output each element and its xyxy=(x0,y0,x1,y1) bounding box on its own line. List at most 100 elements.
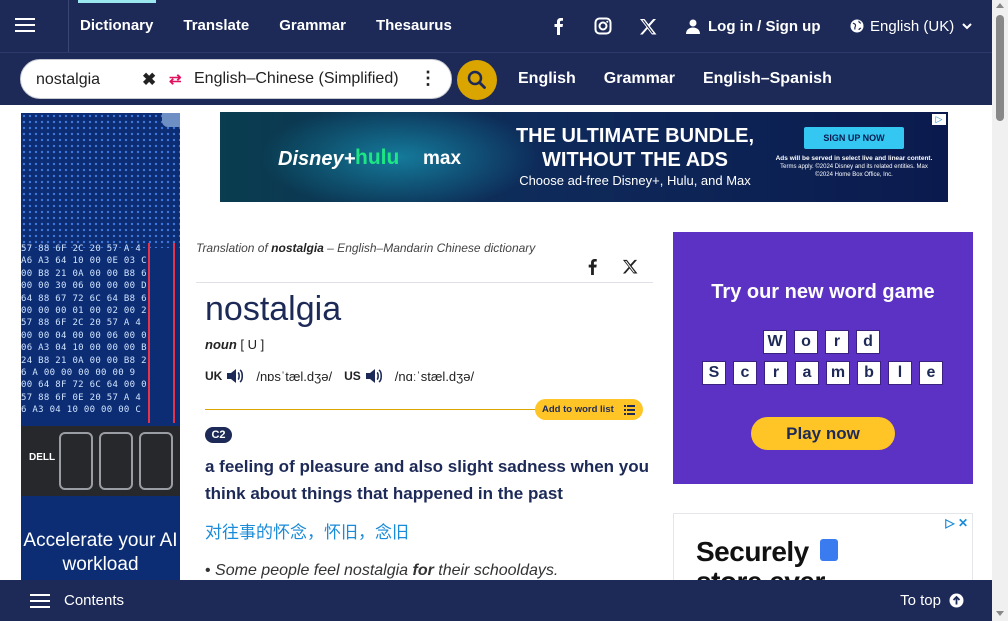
to-top-button[interactable]: To top xyxy=(900,580,964,621)
tile: d xyxy=(856,330,880,354)
clear-icon[interactable]: ✖ xyxy=(142,70,156,90)
word-tiles: W o r d xyxy=(763,330,887,354)
translation-of-prefix: Translation of xyxy=(196,241,272,255)
list-icon xyxy=(624,405,635,415)
contents-label: Contents xyxy=(64,592,125,609)
x-share-icon[interactable] xyxy=(622,259,638,274)
lock-icon xyxy=(820,539,838,561)
ad-fine-print-2: Terms apply. ©2024 Disney and its relate… xyxy=(780,164,928,178)
translation-of-word: nostalgia xyxy=(271,241,324,255)
tile: c xyxy=(733,361,757,385)
ad-fine-print: Ads will be served in select live and li… xyxy=(773,155,935,179)
ad-hex-grid: 57 88 6F 2C 20 57 A 4 A6 A3 64 10 00 0E … xyxy=(21,244,147,416)
tile: W xyxy=(763,330,787,354)
uk-label: UK xyxy=(205,369,223,383)
scroll-down-icon[interactable] xyxy=(996,611,1004,616)
more-options-icon[interactable]: ⋮ xyxy=(419,68,437,89)
ad-pattern xyxy=(21,113,180,248)
share-buttons xyxy=(586,258,638,275)
nav-dictionary[interactable]: Dictionary xyxy=(77,0,157,52)
translation-of-suffix: – English–Mandarin Chinese dictionary xyxy=(323,241,536,255)
cefr-level-badge: C2 xyxy=(205,427,232,443)
user-icon xyxy=(686,19,700,34)
login-link[interactable]: Log in / Sign up xyxy=(686,0,820,52)
speaker-icon[interactable] xyxy=(365,368,383,384)
ad-line xyxy=(173,243,175,423)
facebook-share-icon[interactable] xyxy=(586,258,598,275)
chevron-down-icon xyxy=(962,22,972,29)
secure-storage-ad[interactable]: Securely store ever ▷ ✕ xyxy=(673,513,973,583)
tile: r xyxy=(764,361,788,385)
scramble-tiles: S c r a m b l e xyxy=(702,361,950,385)
swap-icon[interactable]: ⇄ xyxy=(169,70,182,88)
ad-choices-icon[interactable]: ▷ xyxy=(932,114,946,125)
ad-close-icon[interactable]: ▷ ✕ xyxy=(945,516,968,530)
example-sentence: • Some people feel nostalgia for their s… xyxy=(205,562,559,579)
nav-grammar[interactable]: Grammar xyxy=(279,0,346,52)
facebook-icon[interactable] xyxy=(552,0,564,52)
x-icon[interactable] xyxy=(639,0,657,52)
translation-source-line: Translation of nostalgia – English–Manda… xyxy=(196,241,535,255)
scrollbar[interactable] xyxy=(992,0,1008,621)
quick-link-grammar[interactable]: Grammar xyxy=(604,70,675,88)
nav-translate[interactable]: Translate xyxy=(183,0,249,52)
ad-text-line1: Securely xyxy=(696,536,809,567)
us-ipa: /nɑːˈstæl.dʒə/ xyxy=(394,368,475,384)
quick-link-english-spanish[interactable]: English–Spanish xyxy=(703,70,832,88)
ad-fine-print-1: Ads will be served in select live and li… xyxy=(775,155,933,162)
instagram-icon[interactable] xyxy=(594,0,612,52)
ad-line xyxy=(148,243,150,423)
quick-links: English Grammar English–Spanish xyxy=(518,53,860,105)
main-nav-links: Dictionary Translate Grammar Thesaurus xyxy=(77,0,482,52)
tile: l xyxy=(888,361,912,385)
pos-label: noun xyxy=(205,337,237,352)
globe-icon xyxy=(850,19,864,33)
nav-thesaurus[interactable]: Thesaurus xyxy=(376,0,452,52)
headword: nostalgia xyxy=(205,290,342,328)
quick-link-english[interactable]: English xyxy=(518,70,576,88)
example-bold: for xyxy=(412,562,434,579)
ad-headline: THE ULTIMATE BUNDLE, WITHOUT THE ADS xyxy=(515,125,755,171)
dell-logo: DELL xyxy=(29,452,56,463)
tile: a xyxy=(795,361,819,385)
ad-choices-icon[interactable] xyxy=(162,113,180,127)
speaker-icon[interactable] xyxy=(226,368,244,384)
hulu-logo: hulu xyxy=(355,146,400,169)
contents-button[interactable]: Contents xyxy=(30,580,124,621)
max-logo: max xyxy=(423,148,462,169)
scroll-up-icon[interactable] xyxy=(996,3,1004,8)
example-pre: Some people feel nostalgia xyxy=(215,562,413,579)
tile: b xyxy=(857,361,881,385)
grammar-code: [ U ] xyxy=(240,337,265,352)
word-list-label: Add to word list xyxy=(542,404,614,415)
ad-signup-button[interactable]: SIGN UP NOW xyxy=(804,127,904,149)
play-now-button[interactable]: Play now xyxy=(751,417,895,450)
arrow-up-circle-icon xyxy=(949,593,964,608)
add-to-word-list-button[interactable]: Add to word list xyxy=(535,399,643,420)
to-top-label: To top xyxy=(900,592,941,609)
search-input[interactable]: nostalgia xyxy=(36,71,100,89)
search-button[interactable] xyxy=(457,60,497,100)
tile: e xyxy=(919,361,943,385)
top-banner-ad[interactable]: Disney+ hulu max THE ULTIMATE BUNDLE, WI… xyxy=(220,112,948,202)
menu-icon[interactable] xyxy=(0,0,69,52)
word-list-line xyxy=(205,409,550,410)
scrollbar-thumb[interactable] xyxy=(996,15,1004,121)
tile: r xyxy=(825,330,849,354)
word-game-ad[interactable]: Try our new word game W o r d S c r a m … xyxy=(673,232,973,484)
tile: m xyxy=(826,361,850,385)
left-ad[interactable]: 57 88 6F 2C 20 57 A 4 A6 A3 64 10 00 0E … xyxy=(21,113,180,580)
tile: S xyxy=(702,361,726,385)
language-selector[interactable]: English (UK) xyxy=(850,0,972,52)
top-nav: Dictionary Translate Grammar Thesaurus L… xyxy=(0,0,992,52)
part-of-speech: noun [ U ] xyxy=(205,337,264,352)
dictionary-selector[interactable]: English–Chinese (Simplified) xyxy=(194,70,399,88)
login-label: Log in / Sign up xyxy=(708,17,821,35)
search-icon xyxy=(467,70,486,89)
search-box: nostalgia ✖ ⇄ English–Chinese (Simplifie… xyxy=(20,59,452,99)
game-title: Try our new word game xyxy=(711,281,935,303)
divider xyxy=(196,282,653,283)
definition: a feeling of pleasure and also slight sa… xyxy=(205,457,650,503)
language-label: English (UK) xyxy=(870,17,955,35)
server-image: DELL xyxy=(21,426,180,496)
